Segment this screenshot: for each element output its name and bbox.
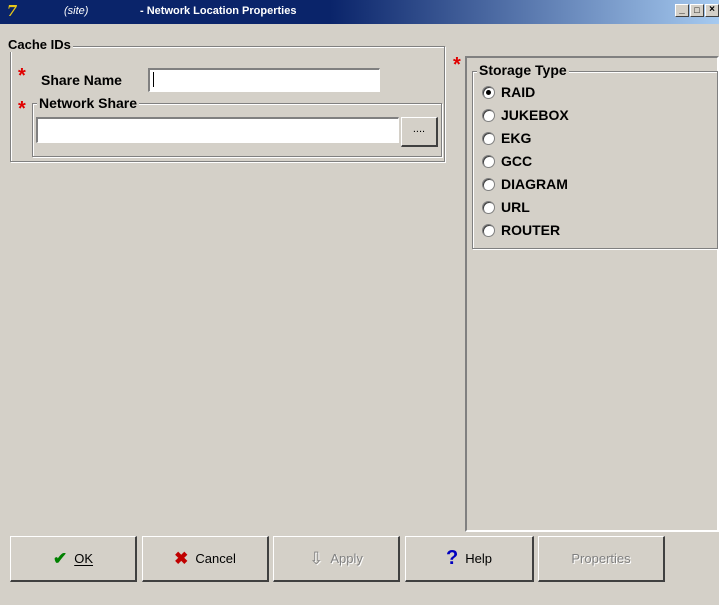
storage-type-option-router[interactable]: ROUTER	[482, 220, 560, 240]
browse-label: ....	[412, 122, 426, 135]
share-name-label: Share Name	[41, 72, 122, 88]
browse-button[interactable]: ....	[401, 117, 438, 147]
cancel-button[interactable]: ✖ Cancel	[142, 536, 269, 582]
storage-type-option-label: GCC	[501, 153, 533, 169]
help-question-icon: ?	[446, 547, 459, 569]
help-button[interactable]: ? Help	[405, 536, 534, 582]
radio-button-icon[interactable]	[482, 108, 495, 122]
storage-type-option-diagram[interactable]: DIAGRAM	[482, 174, 568, 194]
radio-button-icon[interactable]	[482, 85, 495, 99]
text-caret	[153, 72, 154, 87]
properties-button[interactable]: Properties	[538, 536, 665, 582]
network-share-legend: Network Share	[37, 95, 140, 111]
storage-type-option-label: RAID	[501, 84, 536, 100]
cancel-x-icon: ✖	[174, 548, 189, 568]
storage-type-option-label: DIAGRAM	[501, 176, 568, 192]
radio-button-icon[interactable]	[482, 131, 495, 145]
storage-type-option-url[interactable]: URL	[482, 197, 530, 217]
minimize-button[interactable]: _	[675, 4, 689, 17]
storage-type-option-raid[interactable]: RAID	[482, 82, 535, 102]
storage-type-option-gcc[interactable]: GCC	[482, 151, 532, 171]
storage-type-option-label: EKG	[501, 130, 532, 146]
storage-type-option-label: ROUTER	[501, 222, 561, 238]
storage-type-option-jukebox[interactable]: JUKEBOX	[482, 105, 569, 125]
network-share-required-marker: *	[18, 98, 26, 120]
storage-type-option-ekg[interactable]: EKG	[482, 128, 531, 148]
storage-type-legend: Storage Type	[477, 62, 569, 78]
close-button[interactable]: ×	[705, 4, 719, 17]
properties-label: Properties	[571, 551, 631, 566]
radio-button-icon[interactable]	[482, 177, 495, 191]
title-bar: 7 (site) - Network Location Properties _…	[0, 0, 719, 24]
storage-type-option-label: URL	[501, 199, 530, 215]
checkmark-icon: ✔	[52, 548, 68, 568]
radio-button-icon[interactable]	[482, 200, 495, 214]
ok-label: OK	[74, 551, 94, 566]
cache-ids-legend: Cache IDs	[6, 37, 73, 52]
apply-button[interactable]: ⇩ Apply	[273, 536, 400, 582]
app-icon: 7	[3, 3, 21, 20]
storage-type-required-marker: *	[453, 54, 461, 76]
radio-button-icon[interactable]	[482, 223, 495, 237]
site-name: (site)	[64, 5, 89, 17]
window-title: - Network Location Properties	[140, 5, 297, 17]
apply-label: Apply	[330, 551, 363, 566]
share-name-input[interactable]	[148, 68, 380, 92]
ok-button[interactable]: ✔ OK	[10, 536, 137, 582]
storage-type-options: RAID JUKEBOX EKG GCC DIAGRAM URL ROUTER	[468, 82, 708, 242]
storage-type-option-label: JUKEBOX	[501, 107, 569, 123]
share-name-required-marker: *	[18, 65, 26, 87]
maximize-button[interactable]: □	[690, 4, 704, 17]
network-share-input[interactable]	[36, 117, 399, 143]
help-label: Help	[465, 551, 492, 566]
cancel-label: Cancel	[195, 551, 236, 566]
radio-button-icon[interactable]	[482, 154, 495, 168]
apply-arrow-icon: ⇩	[309, 548, 324, 568]
